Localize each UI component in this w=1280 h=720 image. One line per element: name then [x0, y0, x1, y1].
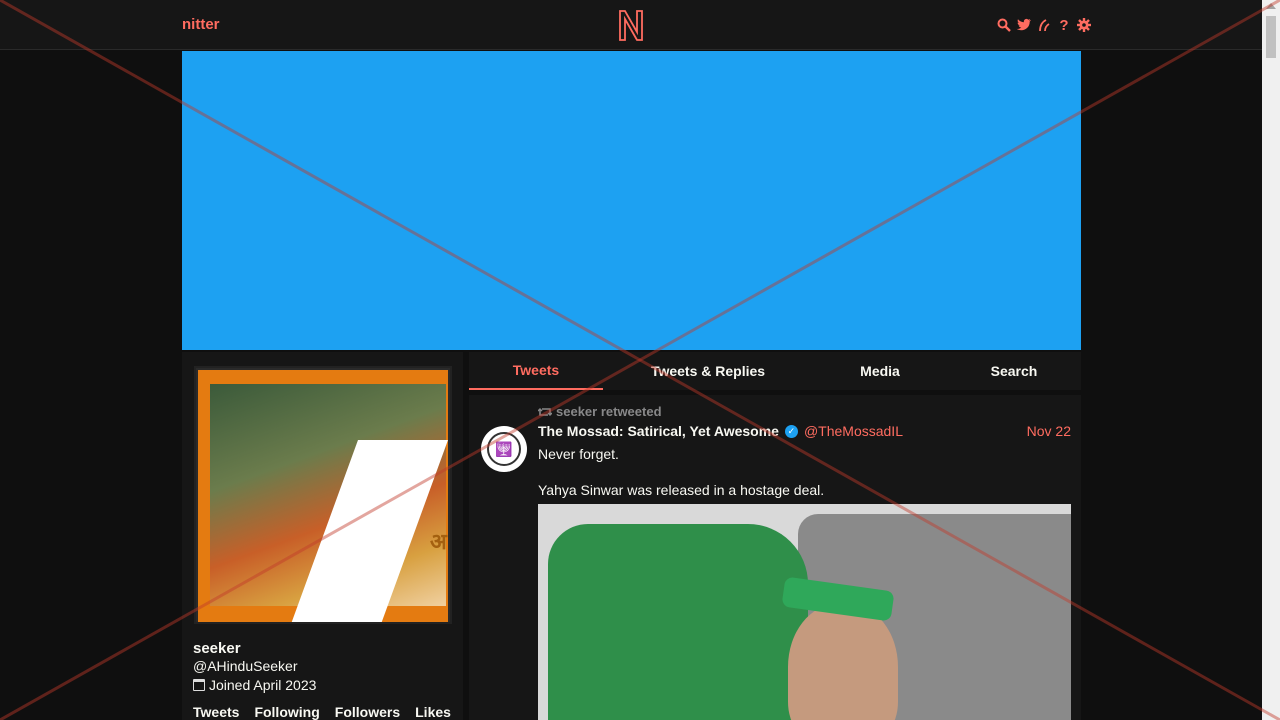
- tweet-header: The Mossad: Satirical, Yet Awesome ✓ @Th…: [538, 423, 903, 439]
- menorah-seal-icon: 🕎: [487, 432, 521, 466]
- retweet-icon: [538, 407, 552, 416]
- profile-stats: Tweets Following Followers Likes: [193, 704, 451, 720]
- stat-likes[interactable]: Likes: [415, 704, 451, 720]
- media-person: [788, 604, 898, 720]
- twitter-bird-icon[interactable]: [1016, 16, 1032, 34]
- settings-gear-icon[interactable]: [1076, 16, 1092, 34]
- timeline-tweet[interactable]: seeker retweeted 🕎 The Mossad: Satirical…: [469, 395, 1081, 720]
- profile-fullname[interactable]: seeker: [193, 640, 241, 657]
- search-icon[interactable]: [996, 16, 1012, 34]
- retweet-header: seeker retweeted: [538, 404, 662, 419]
- verified-badge-icon: ✓: [784, 424, 798, 438]
- scroll-up-arrow-icon[interactable]: [1266, 3, 1276, 9]
- nav-icon-group: ?: [996, 14, 1092, 36]
- tweet-author-fullname[interactable]: The Mossad: Satirical, Yet Awesome: [538, 423, 779, 439]
- stat-followers[interactable]: Followers: [335, 704, 400, 720]
- tab-media[interactable]: Media: [839, 352, 921, 390]
- nitter-home-link[interactable]: nitter: [182, 16, 220, 33]
- profile-username[interactable]: @AHinduSeeker: [193, 658, 298, 674]
- retweet-label: seeker retweeted: [556, 404, 662, 419]
- stat-tweets[interactable]: Tweets: [193, 704, 239, 720]
- rss-icon[interactable]: [1036, 16, 1052, 34]
- tab-tweets[interactable]: Tweets: [469, 352, 603, 390]
- tweet-author-avatar[interactable]: 🕎: [481, 426, 527, 472]
- stat-following[interactable]: Following: [254, 704, 319, 720]
- profile-joined-date: Joined April 2023: [193, 677, 316, 693]
- tab-tweets-replies[interactable]: Tweets & Replies: [639, 352, 777, 390]
- profile-card: अ seeker @AHinduSeeker Joined April 2023…: [182, 352, 463, 720]
- joined-label: Joined April 2023: [209, 677, 317, 693]
- tweet-author-username[interactable]: @TheMossadIL: [804, 423, 903, 439]
- top-navbar: nitter ?: [0, 0, 1262, 50]
- profile-avatar[interactable]: अ: [194, 366, 452, 624]
- tweet-text-line-1: Never forget.: [538, 446, 619, 462]
- help-icon[interactable]: ?: [1056, 16, 1072, 34]
- tab-search[interactable]: Search: [974, 352, 1054, 390]
- media-green-flag: [548, 524, 808, 720]
- tweet-text-line-2: Yahya Sinwar was released in a hostage d…: [538, 482, 825, 498]
- scroll-thumb[interactable]: [1266, 16, 1276, 58]
- tweet-media-image[interactable]: [538, 504, 1071, 720]
- calendar-icon: [193, 679, 205, 691]
- avatar-glyph-icon: अ: [430, 529, 447, 555]
- page-scrollbar[interactable]: [1262, 0, 1280, 720]
- avatar-image: अ: [198, 370, 448, 622]
- tweet-date[interactable]: Nov 22: [1027, 423, 1071, 439]
- nitter-logo-icon[interactable]: [616, 8, 646, 42]
- timeline-tabs: Tweets Tweets & Replies Media Search: [469, 352, 1081, 390]
- profile-banner: [182, 51, 1081, 350]
